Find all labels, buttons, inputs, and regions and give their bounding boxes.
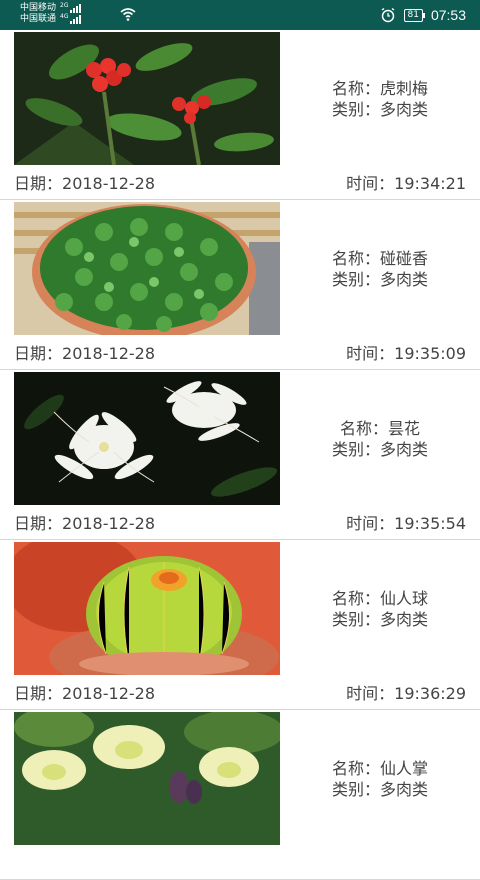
plant-list[interactable]: 名称：虎刺梅 类别：多肉类 日期：2018-12-28 时间：19:34:21 xyxy=(0,30,480,880)
time-text: 时间：19:36:29 xyxy=(346,684,466,703)
name-label: 名称： xyxy=(331,79,380,98)
plant-category: 多肉类 xyxy=(380,440,429,459)
time-text: 时间：19:35:09 xyxy=(346,344,466,363)
date-value: 2018-12-28 xyxy=(62,344,155,363)
signal-icon xyxy=(70,3,82,13)
category-label: 类别： xyxy=(331,440,380,459)
date-value: 2018-12-28 xyxy=(62,514,155,533)
time-text: 时间：19:35:54 xyxy=(346,514,466,533)
date-text: 日期：2018-12-28 xyxy=(14,514,155,533)
date-text: 日期：2018-12-28 xyxy=(14,174,155,193)
plant-name: 仙人掌 xyxy=(380,759,429,778)
plant-name: 碰碰香 xyxy=(380,249,429,268)
time-value: 19:35:09 xyxy=(394,344,466,363)
list-item[interactable]: 名称：碰碰香 类别：多肉类 日期：2018-12-28 时间：19:35:09 xyxy=(0,200,480,370)
carrier-info: 中国移动 2G 中国联通 4G xyxy=(20,2,82,25)
time-value: 19:34:21 xyxy=(394,174,466,193)
carrier-1-network: 2G xyxy=(60,2,69,9)
time-text: 时间：19:34:21 xyxy=(346,174,466,193)
alarm-icon xyxy=(381,7,394,23)
wifi-icon xyxy=(120,8,136,21)
plant-category: 多肉类 xyxy=(380,780,429,799)
category-label: 类别： xyxy=(331,270,380,289)
list-item[interactable]: 名称：仙人球 类别：多肉类 日期：2018-12-28 时间：19:36:29 xyxy=(0,540,480,710)
cactus-flower-photo xyxy=(14,712,280,845)
plant-category: 多肉类 xyxy=(380,100,429,119)
item-meta: 名称：碰碰香 类别：多肉类 xyxy=(280,248,480,290)
category-label: 类别： xyxy=(331,100,380,119)
battery-indicator: 81 xyxy=(403,8,426,22)
plant-category: 多肉类 xyxy=(380,270,429,289)
date-value: 2018-12-28 xyxy=(62,174,155,193)
cactus-ball-photo xyxy=(14,542,280,675)
date-text: 日期：2018-12-28 xyxy=(14,344,155,363)
signal-icon xyxy=(70,14,82,24)
carrier-2-network: 4G xyxy=(60,13,69,20)
carrier-1: 中国移动 xyxy=(20,3,57,13)
name-label: 名称： xyxy=(339,419,388,438)
item-meta: 名称：昙花 类别：多肉类 xyxy=(280,418,480,460)
green-pot-plant-photo xyxy=(14,202,280,335)
date-value: 2018-12-28 xyxy=(62,684,155,703)
time-value: 19:36:29 xyxy=(394,684,466,703)
list-item[interactable]: 名称：昙花 类别：多肉类 日期：2018-12-28 时间：19:35:54 xyxy=(0,370,480,540)
red-flower-photo xyxy=(14,32,280,165)
item-meta: 名称：虎刺梅 类别：多肉类 xyxy=(280,78,480,120)
list-item[interactable]: 名称：虎刺梅 类别：多肉类 日期：2018-12-28 时间：19:34:21 xyxy=(0,30,480,200)
carrier-2: 中国联通 xyxy=(20,14,57,24)
date-text: 日期：2018-12-28 xyxy=(14,684,155,703)
plant-category: 多肉类 xyxy=(380,610,429,629)
white-flower-photo xyxy=(14,372,280,505)
time-value: 19:35:54 xyxy=(394,514,466,533)
plant-name: 仙人球 xyxy=(380,589,429,608)
name-label: 名称： xyxy=(331,589,380,608)
item-meta: 名称：仙人掌 类别：多肉类 xyxy=(280,758,480,800)
category-label: 类别： xyxy=(331,610,380,629)
name-label: 名称： xyxy=(331,759,380,778)
list-item[interactable]: 名称：仙人掌 类别：多肉类 xyxy=(0,710,480,880)
clock: 07:53 xyxy=(430,7,466,23)
status-bar: 中国移动 2G 中国联通 4G 81 07:53 xyxy=(0,0,480,30)
plant-name: 虎刺梅 xyxy=(380,79,429,98)
category-label: 类别： xyxy=(331,780,380,799)
plant-name: 昙花 xyxy=(388,419,421,438)
name-label: 名称： xyxy=(331,249,380,268)
item-meta: 名称：仙人球 类别：多肉类 xyxy=(280,588,480,630)
